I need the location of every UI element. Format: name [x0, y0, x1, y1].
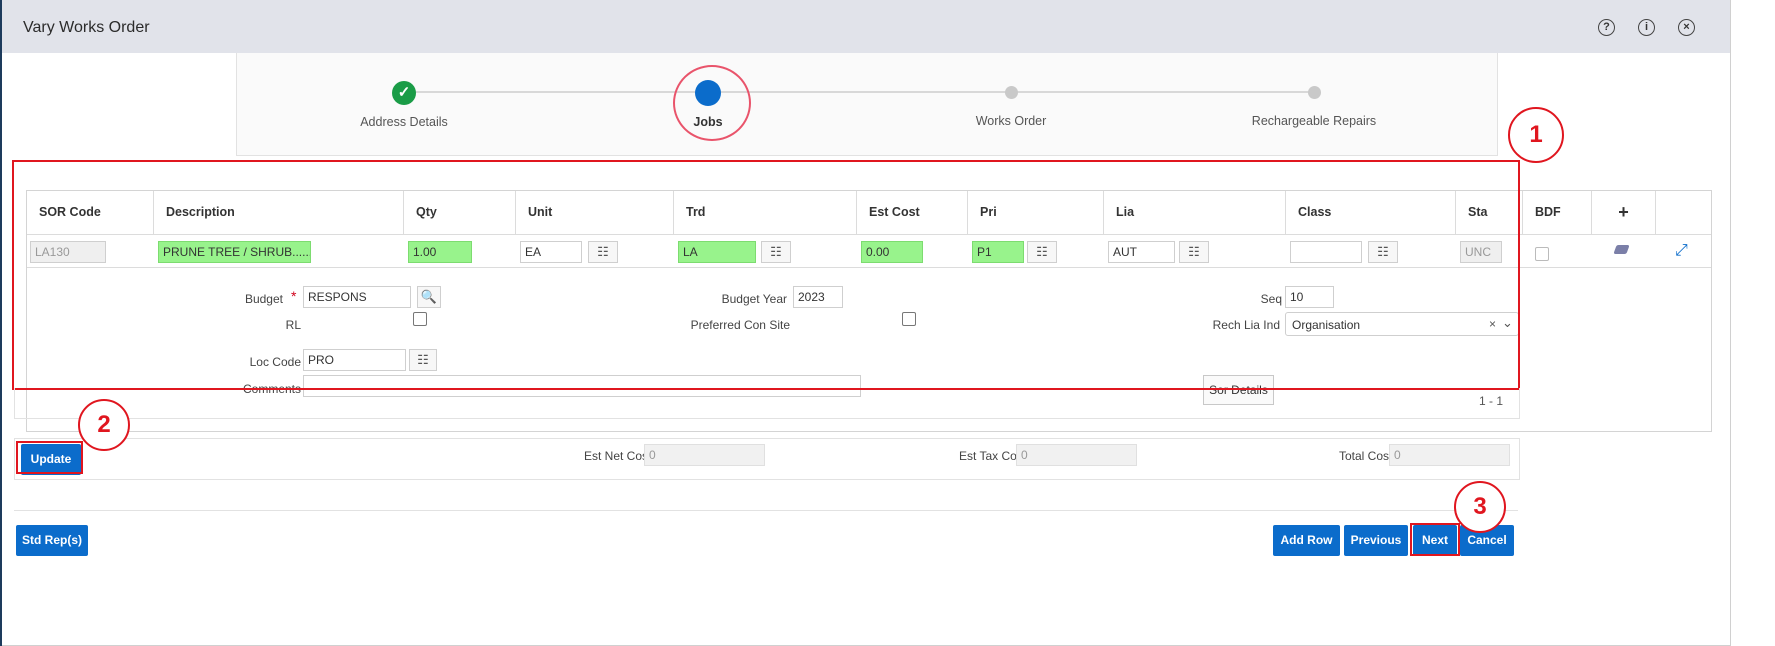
- std-reps-button[interactable]: Std Rep(s): [16, 525, 88, 556]
- cost-summary: Update Est Net Cost 0 Est Tax Cost 0 Tot…: [14, 438, 1520, 480]
- annotation-number: 1: [1508, 107, 1564, 163]
- expand-icon[interactable]: ⤢: [1675, 242, 1688, 260]
- total-cost-label: Total Cost: [1339, 449, 1393, 463]
- annotation-box-3: [1410, 523, 1460, 556]
- wizard-track: [403, 91, 1313, 93]
- est-net-cost-field: 0: [644, 444, 765, 466]
- close-icon[interactable]: ×: [1678, 19, 1695, 36]
- vary-works-order-dialog: Vary Works Order ? i × ✓ Address Details…: [2, 0, 1731, 646]
- add-row-icon[interactable]: +: [1592, 191, 1656, 234]
- eraser-icon[interactable]: [1613, 245, 1630, 254]
- wizard-step-label: Address Details: [360, 115, 448, 129]
- wizard-progress: ✓ Address Details Jobs Works Order Recha…: [236, 53, 1498, 156]
- annotation-box-1: [12, 160, 1520, 390]
- annotation-box-2: [16, 441, 83, 474]
- dialog-title: Vary Works Order: [23, 19, 150, 36]
- est-net-cost-label: Est Net Cost: [584, 449, 652, 463]
- future-step-dot: [1307, 86, 1321, 99]
- bdf-checkbox[interactable]: [1535, 247, 1549, 261]
- footer-divider: [14, 510, 1518, 511]
- info-icon[interactable]: i: [1638, 19, 1655, 36]
- annotation-number: 2: [78, 399, 130, 451]
- wizard-step-address-details[interactable]: ✓ Address Details: [294, 81, 514, 129]
- wizard-step-rechargeable-repairs[interactable]: Rechargeable Repairs: [1204, 86, 1424, 128]
- previous-button[interactable]: Previous: [1344, 525, 1408, 556]
- wizard-step-works-order[interactable]: Works Order: [901, 86, 1121, 128]
- pagination-bar: 1 - 1: [14, 388, 1520, 419]
- est-tax-cost-field: 0: [1016, 444, 1137, 466]
- annotation-number: 3: [1454, 481, 1506, 533]
- help-icon[interactable]: ?: [1598, 19, 1615, 36]
- total-cost-field: 0: [1389, 444, 1510, 466]
- future-step-dot: [1004, 86, 1018, 99]
- add-row-button[interactable]: Add Row: [1273, 525, 1340, 556]
- check-icon: ✓: [392, 81, 416, 105]
- annotation-circle-jobs: [673, 65, 751, 141]
- column-header[interactable]: BDF: [1523, 191, 1592, 234]
- dialog-titlebar: Vary Works Order ? i ×: [2, 0, 1730, 53]
- pagination-text: 1 - 1: [1478, 394, 1503, 408]
- wizard-step-label: Rechargeable Repairs: [1251, 114, 1377, 128]
- wizard-step-label: Works Order: [975, 114, 1047, 128]
